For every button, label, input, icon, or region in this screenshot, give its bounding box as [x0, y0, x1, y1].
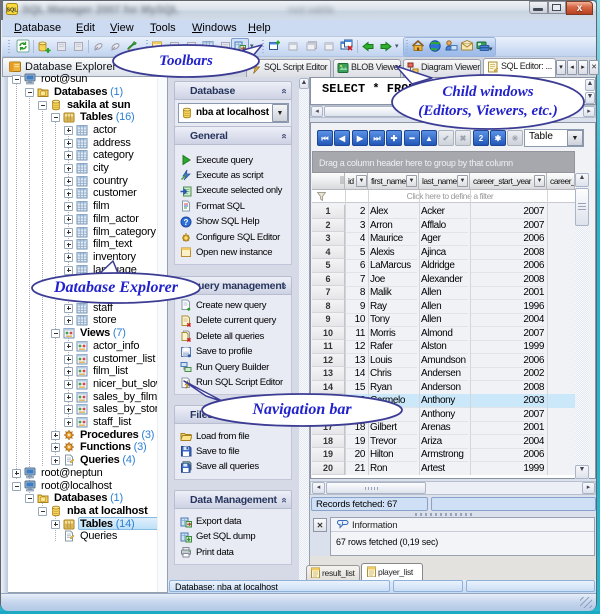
svg-text:?: ? — [184, 217, 189, 226]
